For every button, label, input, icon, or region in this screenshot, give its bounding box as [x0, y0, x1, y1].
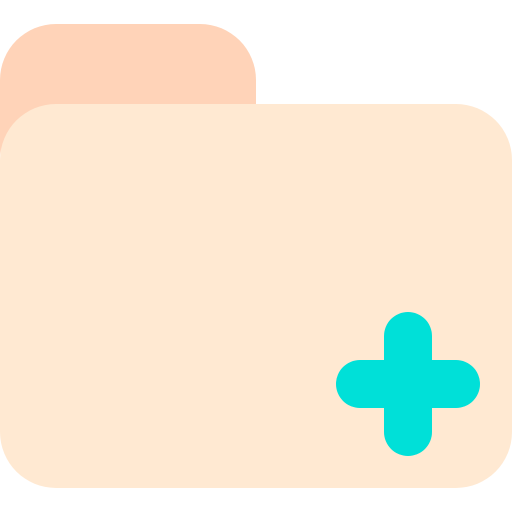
folder-add-icon	[0, 24, 512, 488]
folder-body	[0, 104, 512, 488]
plus-horizontal-bar	[336, 360, 480, 408]
folder-add-icon-canvas	[0, 0, 512, 512]
